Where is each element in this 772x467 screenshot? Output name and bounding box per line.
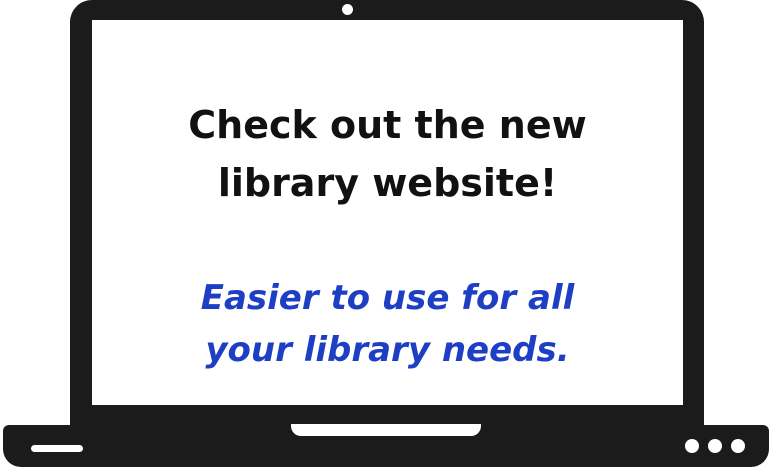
tagline: Easier to use for all your library needs… <box>92 272 683 376</box>
headline-line-2: library website! <box>217 161 558 205</box>
tagline-line-2: your library needs. <box>205 330 570 370</box>
indicator-lights <box>685 439 745 453</box>
camera-icon <box>342 4 353 15</box>
laptop-graphic: Check out the new library website! Easie… <box>0 0 772 467</box>
headline: Check out the new library website! <box>92 96 683 212</box>
indicator-dot-icon <box>731 439 745 453</box>
laptop-screen: Check out the new library website! Easie… <box>92 20 683 405</box>
headline-line-1: Check out the new <box>188 103 587 147</box>
indicator-dot-icon <box>685 439 699 453</box>
port-slot-icon <box>31 445 83 452</box>
trackpad-notch <box>291 424 481 436</box>
tagline-line-1: Easier to use for all <box>200 278 575 318</box>
indicator-dot-icon <box>708 439 722 453</box>
laptop-base <box>3 424 769 467</box>
